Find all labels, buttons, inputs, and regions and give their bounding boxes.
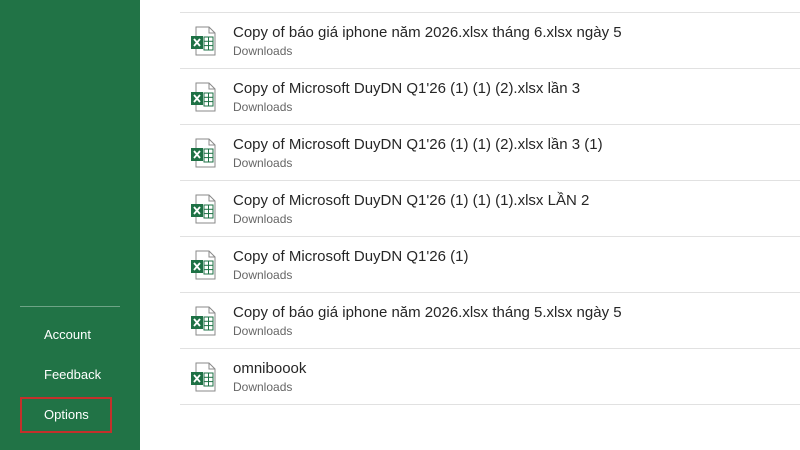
recent-files-list: Copy of báo giá iphone năm 2026.xlsx thá… bbox=[180, 12, 800, 405]
recent-file-name: Copy of Microsoft DuyDN Q1'26 (1) (1) (2… bbox=[233, 80, 581, 97]
excel-file-icon bbox=[190, 250, 216, 280]
recent-file-location: Downloads bbox=[233, 212, 293, 226]
excel-file-icon bbox=[190, 82, 216, 112]
recent-file-location: Downloads bbox=[233, 324, 293, 338]
recent-file-location: Downloads bbox=[233, 44, 293, 58]
recent-files-pane: Copy of báo giá iphone năm 2026.xlsx thá… bbox=[140, 0, 800, 450]
recent-file-name: Copy of báo giá iphone năm 2026.xlsx thá… bbox=[233, 24, 622, 41]
sidebar-item-feedback[interactable]: Feedback bbox=[20, 357, 112, 393]
recent-file-name: omniboook bbox=[233, 360, 307, 377]
recent-file-row[interactable]: Copy of báo giá iphone năm 2026.xlsx thá… bbox=[180, 293, 800, 349]
recent-file-row[interactable]: Copy of Microsoft DuyDN Q1'26 (1) Downlo… bbox=[180, 237, 800, 293]
sidebar-item-account[interactable]: Account bbox=[20, 317, 112, 353]
excel-file-icon bbox=[190, 362, 216, 392]
sidebar-divider bbox=[20, 306, 120, 307]
recent-file-name: Copy of Microsoft DuyDN Q1'26 (1) (1) (2… bbox=[233, 136, 603, 153]
recent-file-location: Downloads bbox=[233, 268, 293, 282]
recent-file-name: Copy of báo giá iphone năm 2026.xlsx thá… bbox=[233, 304, 622, 321]
recent-file-row[interactable]: omniboook Downloads bbox=[180, 349, 800, 405]
excel-file-icon bbox=[190, 306, 216, 336]
recent-file-row[interactable]: Copy of Microsoft DuyDN Q1'26 (1) (1) (2… bbox=[180, 69, 800, 125]
recent-file-name: Copy of Microsoft DuyDN Q1'26 (1) bbox=[233, 248, 469, 265]
recent-file-name: Copy of Microsoft DuyDN Q1'26 (1) (1) (1… bbox=[233, 192, 590, 209]
excel-file-icon bbox=[190, 194, 216, 224]
recent-file-row[interactable]: Copy of Microsoft DuyDN Q1'26 (1) (1) (2… bbox=[180, 125, 800, 181]
recent-file-location: Downloads bbox=[233, 156, 293, 170]
recent-file-location: Downloads bbox=[233, 100, 293, 114]
recent-file-row[interactable]: Copy of báo giá iphone năm 2026.xlsx thá… bbox=[180, 13, 800, 69]
recent-file-location: Downloads bbox=[233, 380, 293, 394]
backstage-sidebar: Account Feedback Options bbox=[0, 0, 140, 450]
excel-file-icon bbox=[190, 26, 216, 56]
sidebar-item-options[interactable]: Options bbox=[20, 397, 112, 433]
excel-file-icon bbox=[190, 138, 216, 168]
recent-file-row[interactable]: Copy of Microsoft DuyDN Q1'26 (1) (1) (1… bbox=[180, 181, 800, 237]
